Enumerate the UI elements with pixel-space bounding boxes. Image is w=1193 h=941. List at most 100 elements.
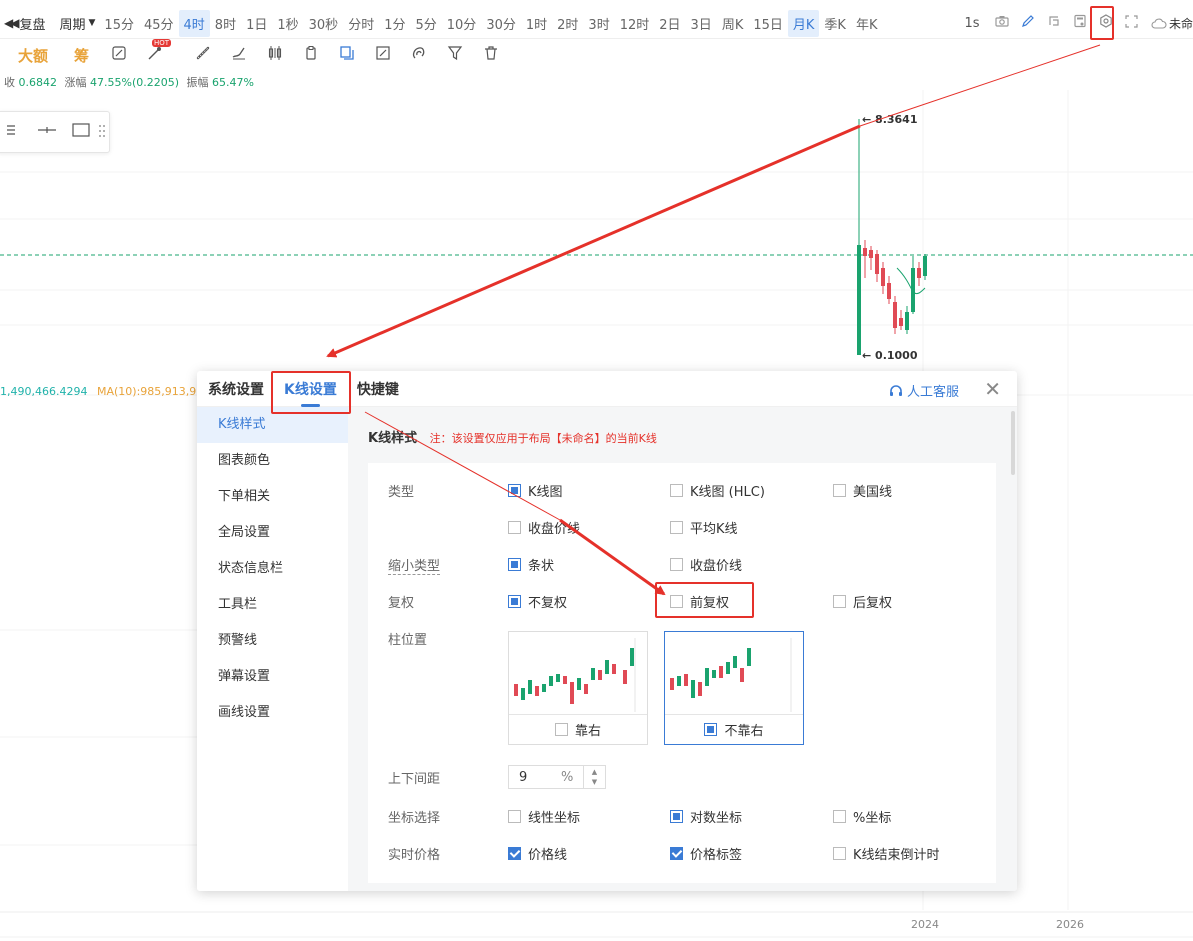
annotate-tool-icon[interactable] <box>101 45 137 65</box>
stepper-arrows[interactable]: ▲ ▼ <box>583 766 605 788</box>
brush-tool-icon[interactable] <box>221 45 257 65</box>
axis-label: 坐标选择 <box>388 811 441 826</box>
bar-position-not-right-option[interactable]: 不靠右 <box>665 714 803 744</box>
period-15d[interactable]: 15日 <box>748 10 788 37</box>
type-option-ohlc-bar[interactable]: 美国线 <box>833 481 892 500</box>
period-5m[interactable]: 5分 <box>410 10 441 37</box>
period-45m[interactable]: 45分 <box>139 10 179 37</box>
axis-option-log[interactable]: 对数坐标 <box>670 807 742 826</box>
pen-icon[interactable] <box>1015 14 1041 32</box>
period-1h[interactable]: 1时 <box>521 10 552 37</box>
bar-position-not-right-card[interactable]: 不靠右 <box>664 631 804 745</box>
interval-1s[interactable]: 1s <box>955 16 989 31</box>
chevron-down-icon[interactable]: ▼ <box>592 777 597 787</box>
sidebar-item-chart-color[interactable]: 图表颜色 <box>197 443 348 479</box>
period-year[interactable]: 年K <box>851 10 883 37</box>
customer-service-link[interactable]: 人工客服 <box>889 381 959 400</box>
chip-distribution-button[interactable]: 筹 <box>74 45 89 66</box>
period-8h[interactable]: 8时 <box>210 10 241 37</box>
type-option-heikin-ashi[interactable]: 平均K线 <box>670 518 738 537</box>
candle <box>899 318 903 326</box>
candle <box>869 250 873 258</box>
candle <box>917 268 921 278</box>
kline-countdown-checkbox[interactable]: K线结束倒计时 <box>833 844 940 863</box>
sidebar-item-order[interactable]: 下单相关 <box>197 479 348 515</box>
trash-tool-icon[interactable] <box>473 45 509 65</box>
radio-checked <box>508 484 521 497</box>
axis-option-percent[interactable]: %坐标 <box>833 807 891 826</box>
fullscreen-icon[interactable] <box>1119 14 1145 32</box>
axis-option-linear[interactable]: 线性坐标 <box>508 807 580 826</box>
type-option-candlestick-hlc[interactable]: K线图 (HLC) <box>670 481 765 500</box>
calculator-icon[interactable] <box>1067 14 1093 32</box>
period-30s[interactable]: 30秒 <box>304 10 344 37</box>
scrollbar[interactable] <box>1011 411 1015 475</box>
period-week[interactable]: 周K <box>717 10 749 37</box>
period-list: 15分 45分 4时 8时 1日 1秒 30秒 分时 1分 5分 10分 30分… <box>99 9 883 37</box>
filter-tool-icon[interactable] <box>437 45 473 65</box>
period-timeshare[interactable]: 分时 <box>343 10 379 37</box>
tab-system-settings[interactable]: 系统设置 <box>208 379 264 399</box>
candle <box>857 245 861 355</box>
drag-grip-icon[interactable] <box>98 123 109 142</box>
type-option-close-line[interactable]: 收盘价线 <box>508 518 580 537</box>
settings-icon[interactable] <box>1093 14 1119 32</box>
bar-position-right-card[interactable]: 靠右 <box>508 631 648 745</box>
sidebar-item-drawing[interactable]: 画线设置 <box>197 695 348 731</box>
sidebar-item-global[interactable]: 全局设置 <box>197 515 348 551</box>
sidebar-item-alert-line[interactable]: 预警线 <box>197 623 348 659</box>
period-2d[interactable]: 2日 <box>654 10 685 37</box>
period-dropdown[interactable]: 周期 ▼ <box>59 14 95 33</box>
preview-chart-right <box>514 638 636 712</box>
price-line-checkbox[interactable]: 价格线 <box>508 844 567 863</box>
adjust-option-forward[interactable]: 前复权 <box>670 592 729 611</box>
ruler-tool-icon[interactable] <box>185 45 221 65</box>
period-month[interactable]: 月K <box>787 9 820 37</box>
sidebar-item-danmaku[interactable]: 弹幕设置 <box>197 659 348 695</box>
shrink-option-close-line[interactable]: 收盘价线 <box>670 555 742 574</box>
period-30m[interactable]: 30分 <box>481 10 521 37</box>
close-icon[interactable]: ✕ <box>984 377 1001 401</box>
clipboard-tool-icon[interactable] <box>293 45 329 65</box>
period-3h[interactable]: 3时 <box>583 10 614 37</box>
horizontal-line-icon[interactable] <box>31 124 65 140</box>
period-15m[interactable]: 15分 <box>99 10 139 37</box>
adjust-option-backward[interactable]: 后复权 <box>833 592 892 611</box>
sidebar-item-status-bar[interactable]: 状态信息栏 <box>197 551 348 587</box>
vertical-gap-stepper[interactable]: 9 % ▲ ▼ <box>508 765 606 789</box>
copy-tool-icon[interactable] <box>329 45 365 65</box>
period-quarter[interactable]: 季K <box>819 10 851 37</box>
large-order-button[interactable]: 大额 <box>18 45 48 66</box>
candle <box>875 254 879 274</box>
period-3d[interactable]: 3日 <box>686 10 717 37</box>
bar-position-right-option[interactable]: 靠右 <box>509 714 647 744</box>
tab-shortcuts[interactable]: 快捷键 <box>357 379 399 399</box>
period-12h[interactable]: 12时 <box>615 10 655 37</box>
period-1s[interactable]: 1秒 <box>272 10 303 37</box>
chevron-up-icon[interactable]: ▲ <box>592 767 597 777</box>
sidebar-item-toolbar[interactable]: 工具栏 <box>197 587 348 623</box>
menu-lines-icon[interactable] <box>0 124 31 140</box>
replay-button[interactable]: ◀◀ 复盘 <box>0 14 45 33</box>
period-1d[interactable]: 1日 <box>241 10 272 37</box>
period-4h[interactable]: 4时 <box>178 9 210 37</box>
vertical-gap-value[interactable]: 9 <box>509 770 561 785</box>
window-icon[interactable] <box>1041 14 1067 32</box>
adjust-option-none[interactable]: 不复权 <box>508 592 567 611</box>
cloud-layout-button[interactable]: 未命 <box>1151 15 1193 32</box>
period-2h[interactable]: 2时 <box>552 10 583 37</box>
magnet-tool-icon[interactable] <box>401 45 437 65</box>
tab-kline-settings[interactable]: K线设置 <box>284 379 337 407</box>
period-1m[interactable]: 1分 <box>379 10 410 37</box>
candlestick-tool-icon[interactable] <box>257 45 293 65</box>
edit-box-tool-icon[interactable] <box>365 45 401 65</box>
shrink-option-bar[interactable]: 条状 <box>508 555 554 574</box>
type-option-candlestick[interactable]: K线图 <box>508 481 563 500</box>
rectangle-icon[interactable] <box>64 123 98 141</box>
price-label-checkbox[interactable]: 价格标签 <box>670 844 742 863</box>
period-10m[interactable]: 10分 <box>442 10 482 37</box>
magic-line-tool-icon[interactable]: HOT <box>137 39 173 65</box>
candle <box>863 248 867 256</box>
camera-icon[interactable] <box>989 15 1015 31</box>
sidebar-item-kline-style[interactable]: K线样式 <box>197 407 348 443</box>
